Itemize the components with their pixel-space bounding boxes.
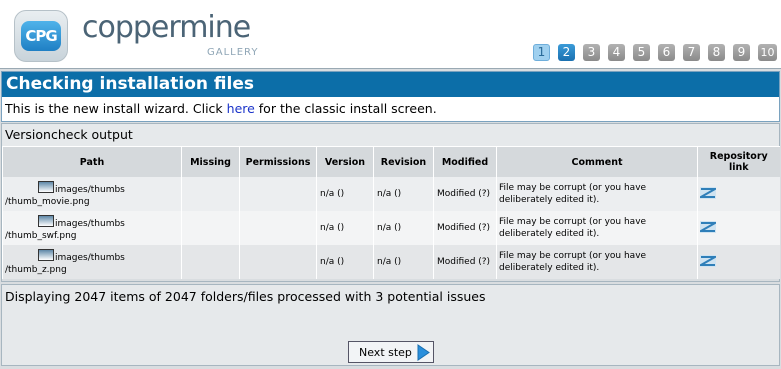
path-cell: images/thumbs/thumb_z.png bbox=[2, 245, 182, 279]
path-dir: images/thumbs bbox=[55, 252, 125, 263]
intro-after: for the classic install screen. bbox=[254, 101, 437, 116]
step-6: 6 bbox=[658, 44, 675, 61]
intro-text: This is the new install wizard. Click he… bbox=[2, 97, 779, 120]
table-row: images/thumbs/thumb_movie.png n/a () n/a… bbox=[2, 177, 780, 211]
path-cell: images/thumbs/thumb_swf.png bbox=[2, 211, 182, 245]
logo-wordmark: coppermine bbox=[82, 10, 251, 45]
logo-badge-text: CPG bbox=[21, 21, 61, 51]
path-file: /thumb_z.png bbox=[5, 264, 67, 275]
comment-cell: File may be corrupt (or you have deliber… bbox=[496, 211, 698, 245]
path-file: /thumb_swf.png bbox=[5, 230, 77, 241]
path-file: /thumb_movie.png bbox=[5, 196, 90, 207]
image-file-icon bbox=[38, 214, 54, 227]
comment-cell: File may be corrupt (or you have deliber… bbox=[496, 245, 698, 279]
permissions-cell bbox=[239, 177, 317, 211]
modified-cell: Modified (?) bbox=[433, 245, 497, 279]
table-header-row: Path Missing Permissions Version Revisio… bbox=[2, 146, 780, 177]
step-9: 9 bbox=[733, 44, 750, 61]
repository-link-icon[interactable] bbox=[697, 220, 719, 236]
col-missing: Missing bbox=[181, 146, 240, 177]
page-title: Checking installation files bbox=[2, 72, 779, 97]
step-2: 2 bbox=[558, 44, 575, 61]
intro-before: This is the new install wizard. Click bbox=[5, 101, 227, 116]
summary-text: Displaying 2047 items of 2047 folders/fi… bbox=[5, 289, 486, 304]
cpg-logo-badge: CPG bbox=[14, 10, 68, 62]
missing-cell bbox=[181, 211, 240, 245]
step-4: 4 bbox=[608, 44, 625, 61]
col-path: Path bbox=[2, 146, 182, 177]
version-cell: n/a () bbox=[316, 211, 374, 245]
permissions-cell bbox=[239, 211, 317, 245]
col-modified: Modified bbox=[433, 146, 497, 177]
missing-cell bbox=[181, 177, 240, 211]
next-step-label: Next step bbox=[359, 346, 412, 359]
col-revision: Revision bbox=[373, 146, 434, 177]
versioncheck-panel: Versioncheck output Path Missing Permiss… bbox=[1, 123, 780, 282]
revision-cell: n/a () bbox=[373, 211, 434, 245]
version-cell: n/a () bbox=[316, 177, 374, 211]
image-file-icon bbox=[38, 180, 54, 193]
repository-link-icon[interactable] bbox=[697, 254, 719, 270]
path-cell: images/thumbs/thumb_movie.png bbox=[2, 177, 182, 211]
step-7: 7 bbox=[683, 44, 700, 61]
step-5: 5 bbox=[633, 44, 650, 61]
versioncheck-table: Path Missing Permissions Version Revisio… bbox=[2, 146, 780, 279]
version-cell: n/a () bbox=[316, 245, 374, 279]
path-dir: images/thumbs bbox=[55, 218, 125, 229]
repo-cell bbox=[697, 177, 780, 211]
next-step-button[interactable]: Next step bbox=[348, 341, 434, 363]
revision-cell: n/a () bbox=[373, 245, 434, 279]
col-repository-link: Repository link bbox=[697, 146, 780, 177]
step-10: 10 bbox=[758, 44, 777, 61]
logo-subtitle: GALLERY bbox=[207, 47, 259, 58]
image-file-icon bbox=[38, 248, 54, 261]
classic-install-link[interactable]: here bbox=[227, 101, 255, 116]
repository-link-icon[interactable] bbox=[697, 186, 719, 202]
col-comment: Comment bbox=[496, 146, 698, 177]
arrow-right-icon bbox=[417, 344, 430, 369]
revision-cell: n/a () bbox=[373, 177, 434, 211]
footer-panel: Displaying 2047 items of 2047 folders/fi… bbox=[1, 284, 780, 366]
table-row: images/thumbs/thumb_swf.png n/a () n/a (… bbox=[2, 211, 780, 245]
col-version: Version bbox=[316, 146, 374, 177]
missing-cell bbox=[181, 245, 240, 279]
versioncheck-title: Versioncheck output bbox=[2, 124, 779, 146]
step-3: 3 bbox=[583, 44, 600, 61]
permissions-cell bbox=[239, 245, 317, 279]
install-steps: 1 2 3 4 5 6 7 8 9 10 bbox=[533, 44, 777, 61]
comment-cell: File may be corrupt (or you have deliber… bbox=[496, 177, 698, 211]
app-header: CPG coppermine GALLERY 1 2 3 4 5 6 7 8 9… bbox=[0, 0, 781, 69]
modified-cell: Modified (?) bbox=[433, 211, 497, 245]
path-dir: images/thumbs bbox=[55, 184, 125, 195]
step-8: 8 bbox=[708, 44, 725, 61]
modified-cell: Modified (?) bbox=[433, 177, 497, 211]
step-1[interactable]: 1 bbox=[533, 44, 550, 61]
repo-cell bbox=[697, 211, 780, 245]
col-permissions: Permissions bbox=[239, 146, 317, 177]
title-panel: Checking installation files This is the … bbox=[1, 71, 780, 122]
repo-cell bbox=[697, 245, 780, 279]
table-row: images/thumbs/thumb_z.png n/a () n/a () … bbox=[2, 245, 780, 279]
